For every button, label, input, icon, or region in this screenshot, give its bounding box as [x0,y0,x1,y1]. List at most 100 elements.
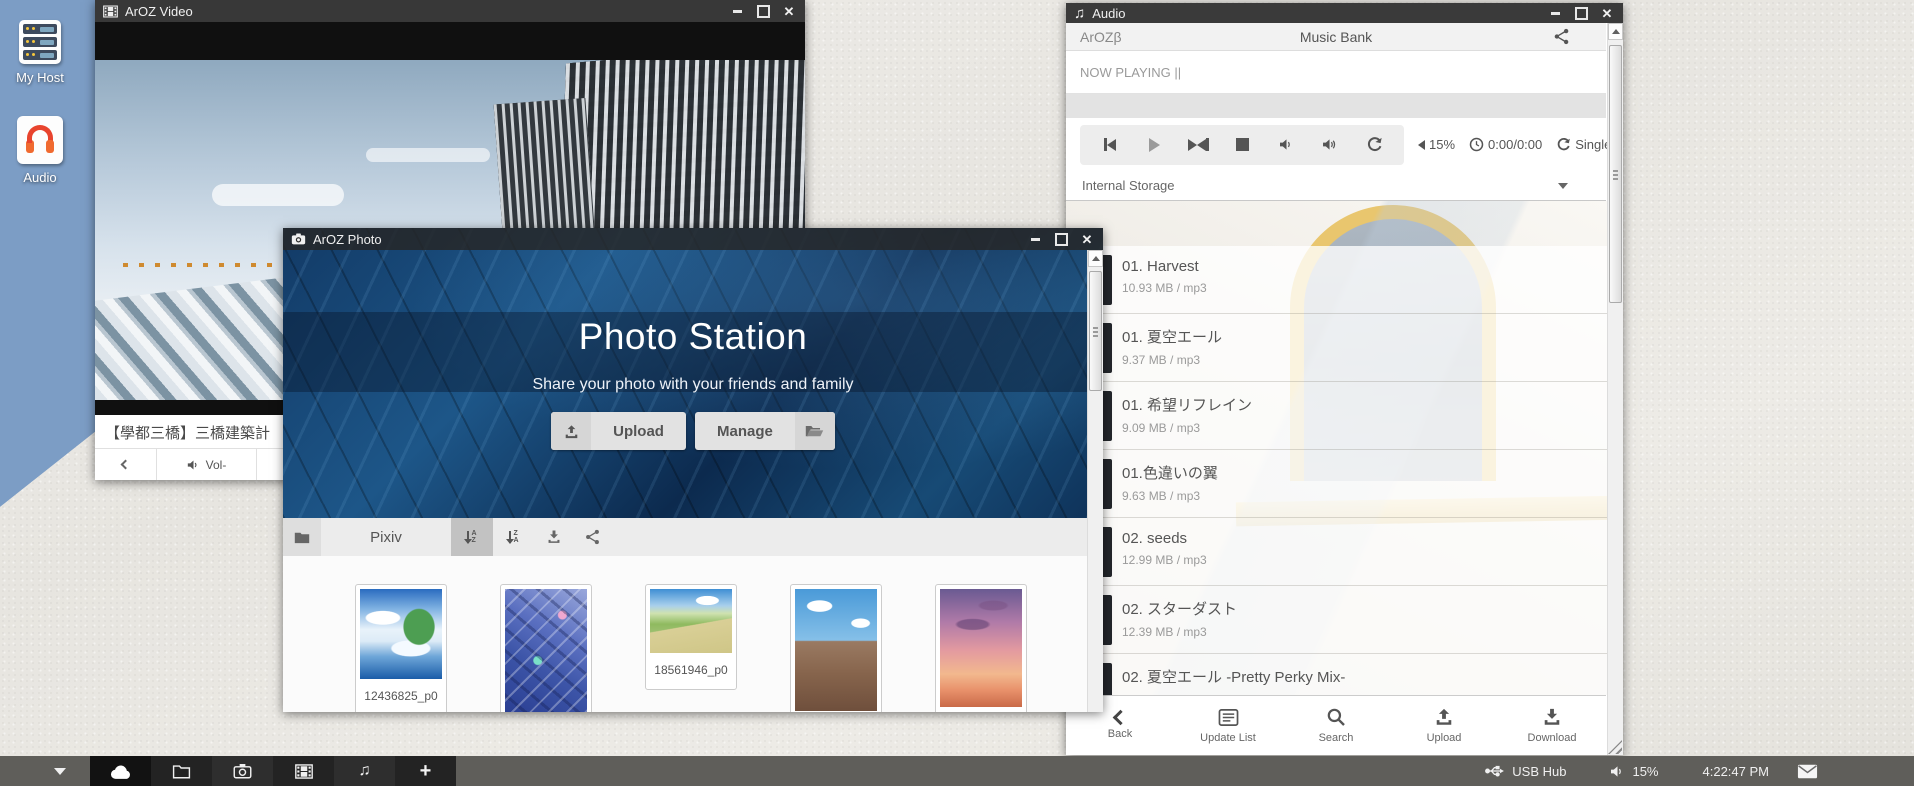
scroll-up-button[interactable] [1608,23,1623,40]
taskbar-app-photo[interactable] [212,756,273,786]
minimize-button[interactable] [1027,232,1043,246]
download-button[interactable]: Download [1498,696,1606,755]
close-button[interactable]: ✕ [1599,6,1615,20]
manage-label: Manage [695,412,795,450]
photo-card[interactable]: 18561946_p0 [645,584,737,690]
photo-card[interactable]: 12436825_p0 [355,584,447,712]
spacer [1066,94,1606,118]
desktop-icon-my-host[interactable]: My Host [0,20,80,85]
server-icon [19,20,61,64]
folder-up-button[interactable] [283,518,321,556]
download-label: Download [1528,732,1577,744]
taskbar-app-music[interactable]: ♫ [334,756,395,786]
track-meta: 10.93 MB / mp3 [1122,281,1597,295]
mail-icon [1797,764,1818,779]
desktop-icon-audio[interactable]: Audio [0,116,80,185]
volume-indicator: 15% [1418,137,1455,152]
search-button[interactable]: Search [1282,696,1390,755]
maximize-button[interactable] [1053,232,1069,246]
close-button[interactable]: ✕ [781,4,797,18]
taskbar-add-button[interactable]: + [395,756,456,786]
upload-icon [551,412,591,450]
track-row[interactable]: 01. 希望リフレイン 9.09 MB / mp3 [1066,382,1607,450]
manage-button[interactable]: Manage [695,412,835,450]
player-controls: 15% 0:00/0:00 Single [1066,118,1606,171]
back-label: Back [1108,728,1132,740]
music-note-icon: ♫ [359,763,371,779]
photo-scrollbar[interactable] [1087,250,1103,712]
storage-dropdown[interactable]: Internal Storage [1066,171,1606,201]
back-icon [1112,709,1128,725]
share-button[interactable] [573,518,611,556]
clock[interactable]: 4:22:47 PM [1703,764,1770,779]
audio-scrollbar[interactable] [1607,23,1623,755]
minimize-button[interactable] [729,4,745,18]
photo-window-titlebar[interactable]: ArOZ Photo ✕ [283,228,1103,250]
volume-value: 15% [1429,137,1455,152]
track-row[interactable]: 02. 夏空エール -Pretty Perky Mix- [1066,654,1607,695]
audio-window-title: Audio [1092,6,1125,21]
volume-tray-item[interactable]: 15% [1610,764,1658,779]
track-row[interactable]: 02. seeds 12.99 MB / mp3 [1066,518,1607,586]
upload-button[interactable]: Upload [551,412,686,450]
track-row[interactable]: 02. スターダスト 12.39 MB / mp3 [1066,586,1607,654]
repeat-button[interactable] [1352,125,1396,165]
track-meta: 9.63 MB / mp3 [1122,489,1597,503]
photo-window-title: ArOZ Photo [313,232,382,247]
track-row[interactable]: 01. 夏空エール 9.37 MB / mp3 [1066,314,1607,382]
chevron-down-icon [1558,183,1568,189]
next-button[interactable] [1176,125,1220,165]
time-indicator: 0:00/0:00 [1469,137,1542,152]
camera-icon [291,233,306,245]
track-meta: 9.09 MB / mp3 [1122,421,1597,435]
photo-thumbnail [795,589,877,711]
time-value: 0:00/0:00 [1488,137,1542,152]
messages-tray-item[interactable] [1797,764,1818,779]
track-meta: 9.37 MB / mp3 [1122,353,1597,367]
photo-card[interactable] [500,584,592,712]
previous-button[interactable] [1088,125,1132,165]
photo-card[interactable] [790,584,882,712]
taskbar-app-video[interactable] [273,756,334,786]
volume-up-button[interactable] [1308,125,1352,165]
sort-ascending-button[interactable]: AZ [451,518,493,556]
clock-icon [1469,137,1484,152]
download-button[interactable] [535,518,573,556]
photo-name [795,711,877,712]
sort-descending-button[interactable]: ZA [493,518,535,556]
video-window-title: ArOZ Video [125,4,193,19]
taskbar-app-files[interactable] [151,756,212,786]
update-list-button[interactable]: Update List [1174,696,1282,755]
play-mode[interactable]: Single [1556,137,1611,152]
video-window-titlebar[interactable]: ArOZ Video ✕ [95,0,805,22]
clock-label: 4:22:47 PM [1703,764,1770,779]
play-button[interactable] [1132,125,1176,165]
volume-down-button[interactable]: Vol- [157,449,257,480]
download-icon [1542,707,1562,727]
volume-down-button[interactable] [1264,125,1308,165]
volume-down-label: Vol- [206,458,227,472]
taskbar-collapse-button[interactable] [46,756,74,786]
scroll-up-button[interactable] [1088,250,1103,267]
upload-button[interactable]: Upload [1390,696,1498,755]
usb-label: USB Hub [1512,764,1566,779]
maximize-button[interactable] [755,4,771,18]
video-back-button[interactable] [95,449,157,480]
minimize-button[interactable] [1547,6,1563,20]
track-row[interactable]: 01. Harvest 10.93 MB / mp3 [1066,246,1607,314]
photo-card[interactable] [935,584,1027,712]
scrollbar-thumb[interactable] [1089,271,1102,391]
stop-button[interactable] [1220,125,1264,165]
scrollbar-thumb[interactable] [1609,45,1622,303]
audio-window-titlebar[interactable]: ♫ Audio ✕ [1066,3,1623,23]
volume-label: 15% [1632,764,1658,779]
usb-tray-item[interactable]: USB Hub [1485,763,1566,779]
volume-up-icon [1322,138,1338,151]
headphones-icon [17,116,63,164]
share-button[interactable] [1432,28,1592,45]
maximize-button[interactable] [1573,6,1589,20]
close-button[interactable]: ✕ [1079,232,1095,246]
track-row[interactable]: 01.色違いの翼 9.63 MB / mp3 [1066,450,1607,518]
track-meta: 12.39 MB / mp3 [1122,625,1597,639]
taskbar-app-cloud[interactable] [90,756,151,786]
